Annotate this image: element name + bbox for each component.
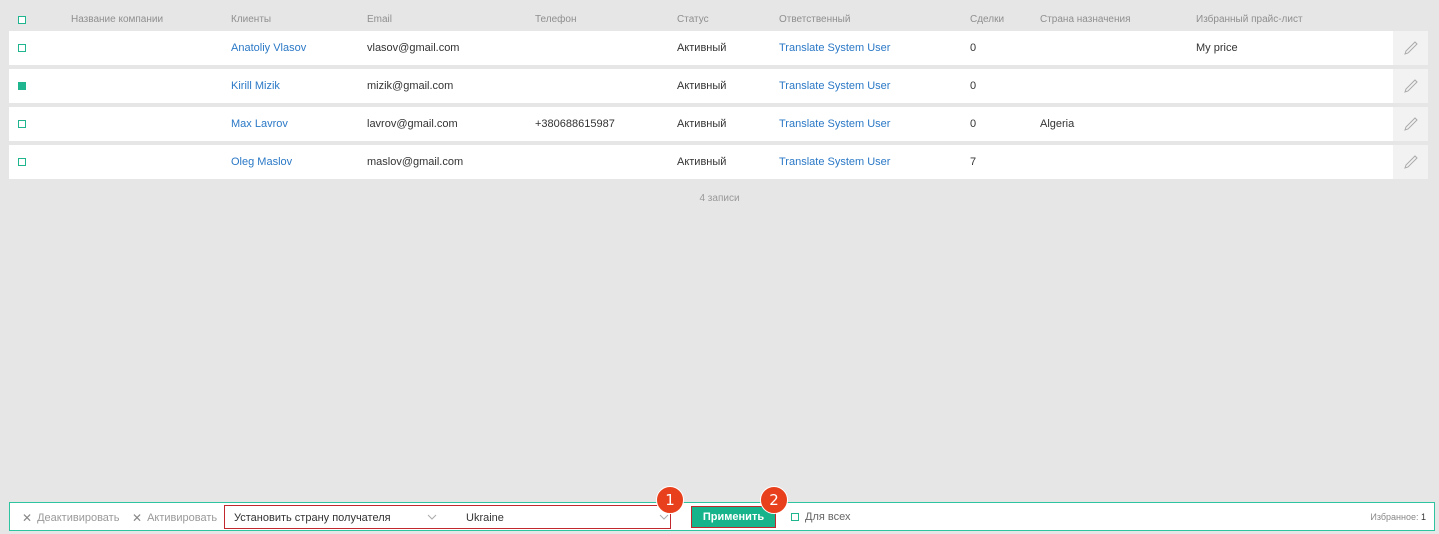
- favorites-count: 1: [1420, 512, 1426, 522]
- table-header: Название компании Клиенты Email Телефон …: [9, 8, 1428, 30]
- favorites-label: Избранное:: [1370, 512, 1419, 522]
- client-name-link[interactable]: Max Lavrov: [231, 118, 288, 130]
- activate-label: Активировать: [147, 512, 218, 524]
- responsible-link[interactable]: Translate System User: [779, 156, 890, 168]
- col-company[interactable]: Название компании: [71, 14, 163, 25]
- close-icon: ✕: [132, 511, 143, 525]
- edit-button[interactable]: [1393, 69, 1428, 103]
- clients-table: Anatoliy Vlasov vlasov@gmail.com Активны…: [9, 31, 1428, 183]
- client-phone: +380688615987: [535, 118, 615, 130]
- responsible-link[interactable]: Translate System User: [779, 80, 890, 92]
- client-name-link[interactable]: Oleg Maslov: [231, 156, 292, 168]
- for-all-checkbox[interactable]: Для всех: [791, 511, 850, 523]
- country-select[interactable]: Ukraine: [466, 512, 504, 524]
- client-email: mizik@gmail.com: [367, 80, 454, 92]
- records-count: 4 записи: [699, 193, 740, 204]
- responsible-link[interactable]: Translate System User: [779, 42, 890, 54]
- row-checkbox[interactable]: [18, 120, 26, 128]
- favorites-counter: Избранное: 1: [1370, 512, 1426, 522]
- row-checkbox[interactable]: [18, 44, 26, 52]
- close-icon: ✕: [22, 511, 33, 525]
- responsible-link[interactable]: Translate System User: [779, 118, 890, 130]
- pencil-icon: [1403, 155, 1418, 169]
- deactivate-button[interactable]: ✕ Деактивировать: [22, 511, 119, 525]
- pencil-icon: [1403, 117, 1418, 131]
- col-clients[interactable]: Клиенты: [231, 14, 271, 25]
- bulk-action-selects: Установить страну получателя Ukraine: [224, 505, 671, 529]
- col-country[interactable]: Страна назначения: [1040, 14, 1131, 25]
- table-row[interactable]: Oleg Maslov maslov@gmail.com Активный Tr…: [9, 145, 1428, 179]
- client-pricelist: My price: [1196, 42, 1238, 54]
- client-name-link[interactable]: Anatoliy Vlasov: [231, 42, 306, 54]
- client-email: maslov@gmail.com: [367, 156, 464, 168]
- client-status: Активный: [677, 118, 727, 130]
- chevron-down-icon[interactable]: [427, 512, 437, 522]
- step-badge-2: 2: [760, 486, 788, 514]
- client-email: lavrov@gmail.com: [367, 118, 458, 130]
- client-status: Активный: [677, 42, 727, 54]
- edit-button[interactable]: [1393, 145, 1428, 179]
- edit-button[interactable]: [1393, 31, 1428, 65]
- client-deals: 0: [970, 118, 977, 130]
- client-name-link[interactable]: Kirill Mizik: [231, 80, 280, 92]
- table-row[interactable]: Kirill Mizik mizik@gmail.com Активный Tr…: [9, 69, 1428, 103]
- client-email: vlasov@gmail.com: [367, 42, 460, 54]
- client-deals: 7: [970, 156, 977, 168]
- edit-button[interactable]: [1393, 107, 1428, 141]
- client-deals: 0: [970, 80, 977, 92]
- col-responsible[interactable]: Ответственный: [779, 14, 850, 25]
- col-email[interactable]: Email: [367, 14, 392, 25]
- step-badge-1: 1: [656, 486, 684, 514]
- activate-button[interactable]: ✕ Активировать: [132, 511, 217, 525]
- select-all-checkbox[interactable]: [18, 16, 26, 24]
- pencil-icon: [1403, 41, 1418, 55]
- col-phone[interactable]: Телефон: [535, 14, 576, 25]
- for-all-label: Для всех: [805, 511, 851, 523]
- client-deals: 0: [970, 42, 977, 54]
- table-row[interactable]: Anatoliy Vlasov vlasov@gmail.com Активны…: [9, 31, 1428, 65]
- row-checkbox[interactable]: [18, 158, 26, 166]
- checkbox[interactable]: [791, 513, 799, 521]
- table-row[interactable]: Max Lavrov lavrov@gmail.com +38068861598…: [9, 107, 1428, 141]
- col-deals[interactable]: Сделки: [970, 14, 1004, 25]
- client-status: Активный: [677, 156, 727, 168]
- col-status[interactable]: Статус: [677, 14, 709, 25]
- client-status: Активный: [677, 80, 727, 92]
- row-checkbox[interactable]: [18, 82, 26, 90]
- client-country: Algeria: [1040, 118, 1075, 130]
- deactivate-label: Деактивировать: [37, 512, 120, 524]
- bulk-action-bar: ✕ Деактивировать ✕ Активировать Установи…: [9, 502, 1435, 531]
- pencil-icon: [1403, 79, 1418, 93]
- col-pricelist[interactable]: Избранный прайс-лист: [1196, 14, 1303, 25]
- action-select[interactable]: Установить страну получателя: [234, 512, 391, 524]
